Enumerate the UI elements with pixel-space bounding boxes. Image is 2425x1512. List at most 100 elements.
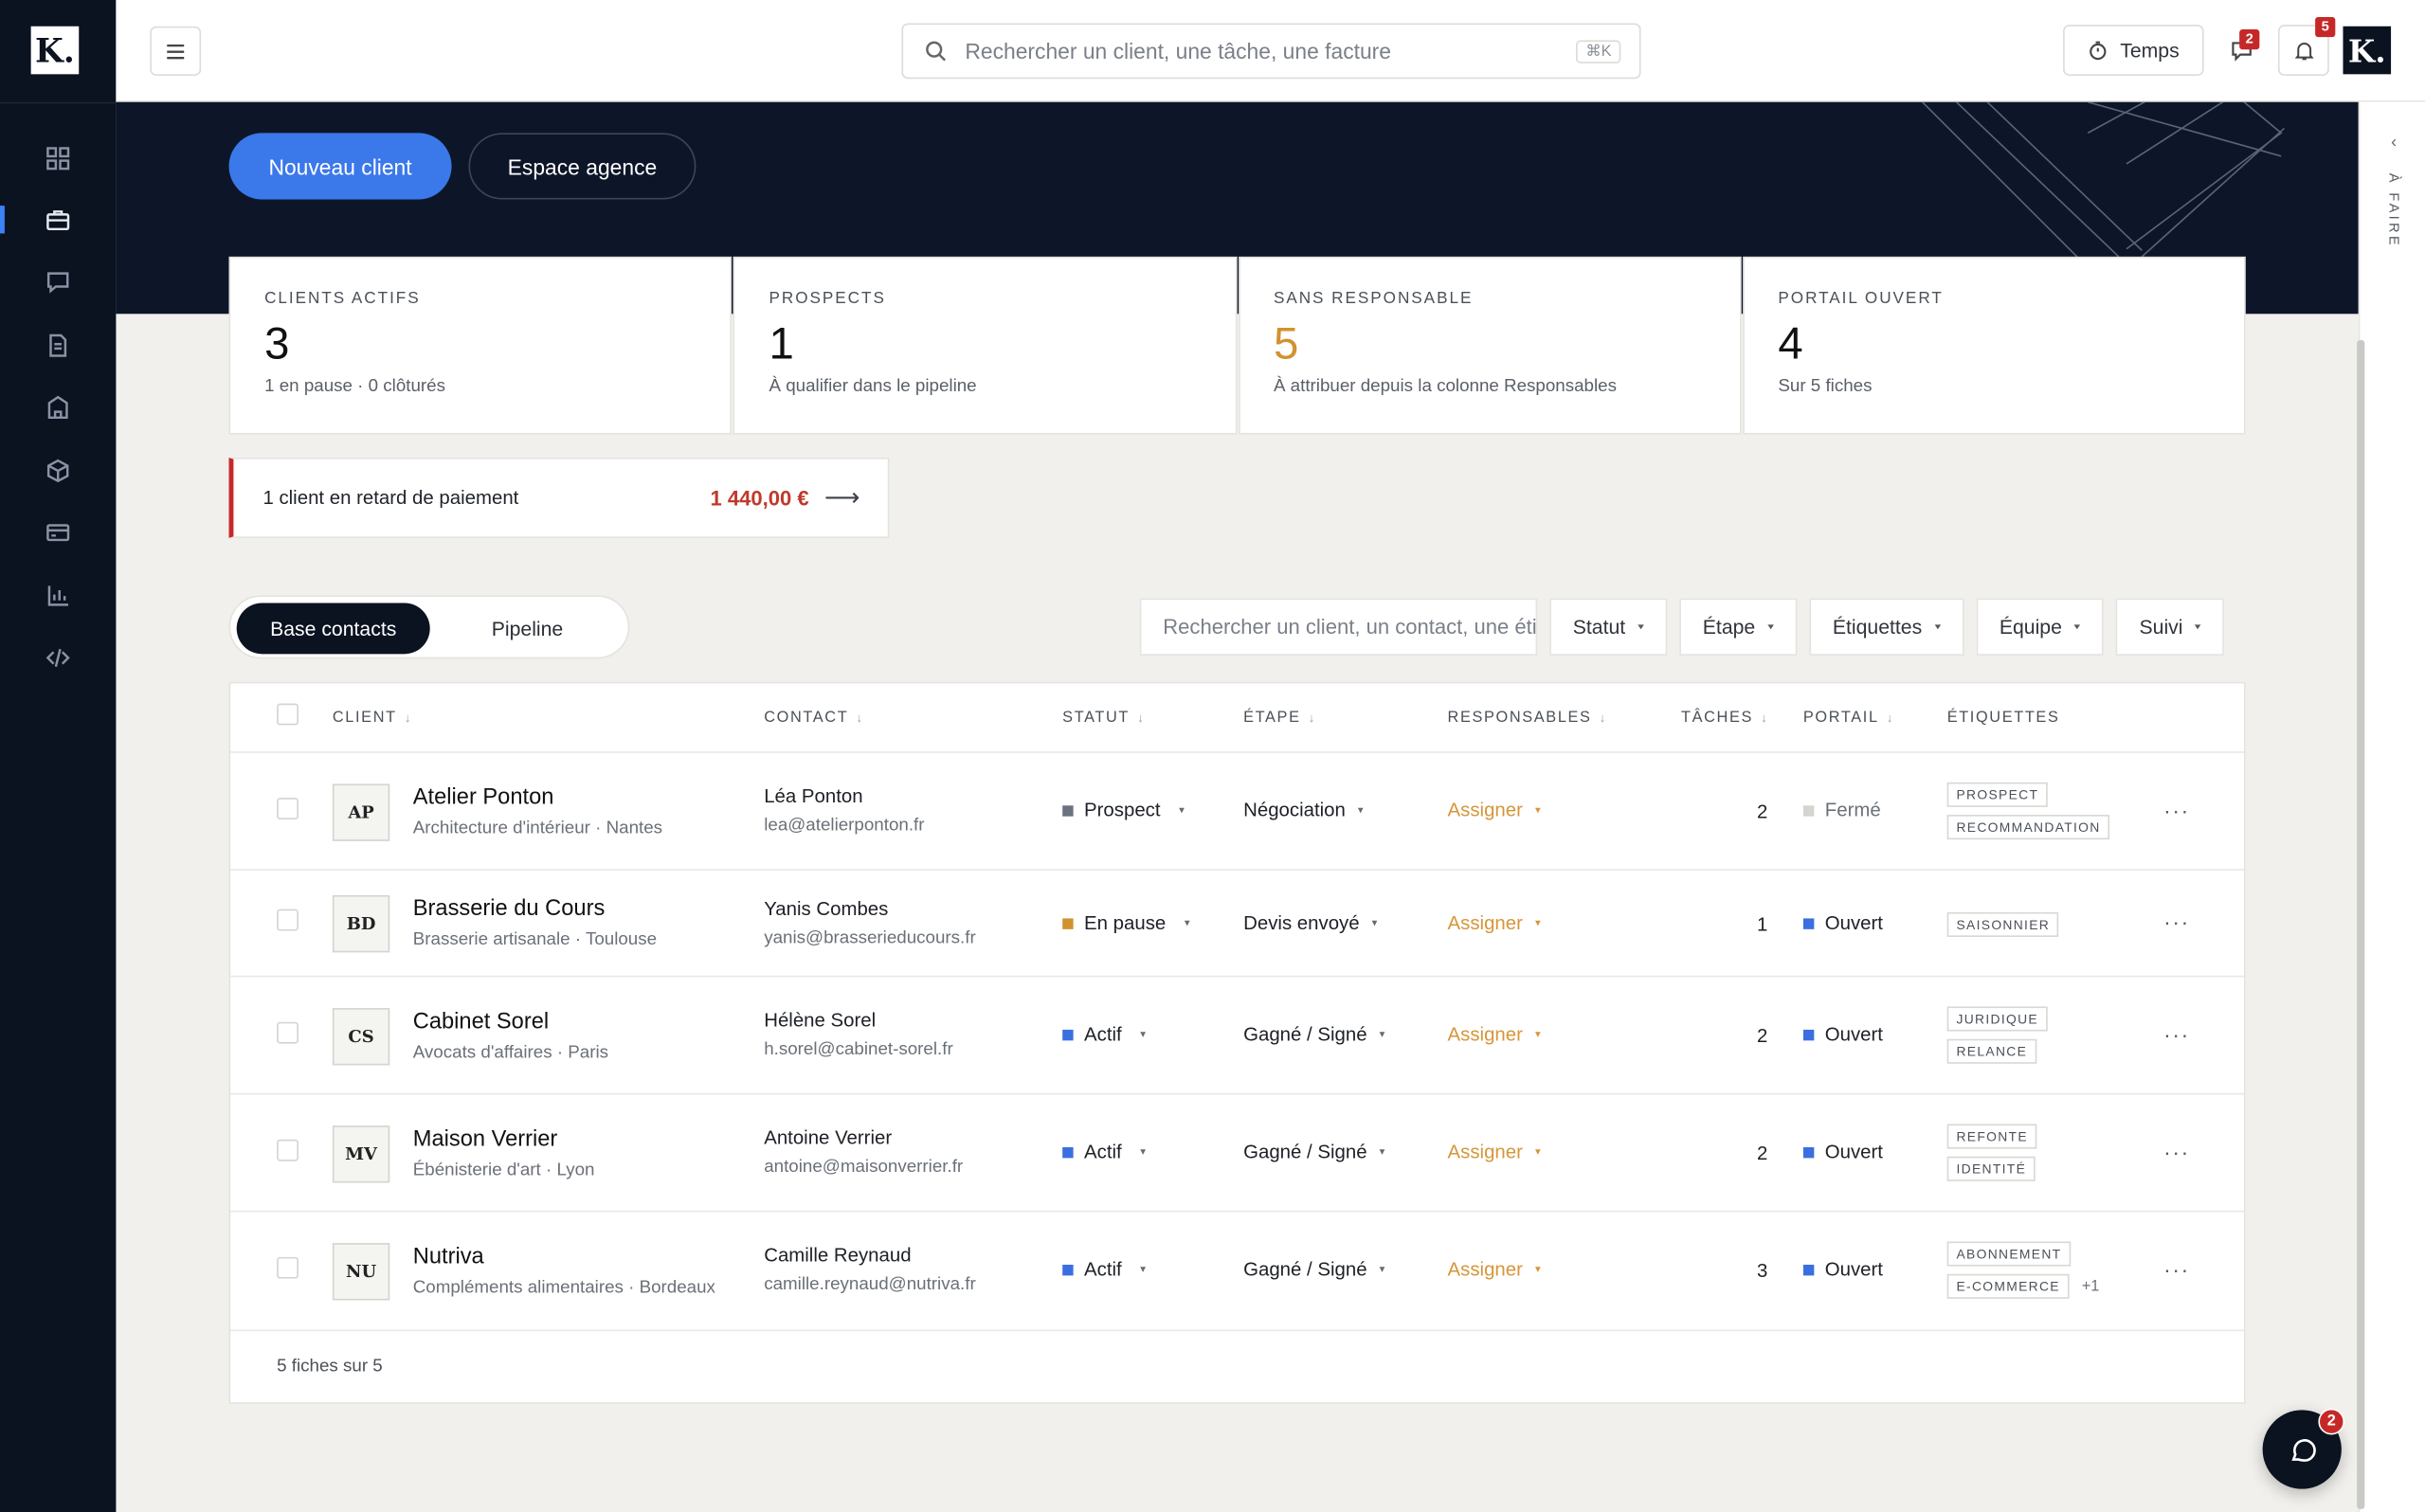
tag-chip[interactable]: PROSPECT — [1946, 782, 2049, 807]
statut-dropdown[interactable]: En pause ▾ — [1062, 912, 1190, 934]
client-name[interactable]: Nutriva — [413, 1245, 484, 1269]
stat-card-active-clients[interactable]: CLIENTS ACTIFS 3 1 en pause · 0 clôturés — [228, 256, 733, 435]
client-name[interactable]: Maison Verrier — [413, 1127, 558, 1152]
sidebar-item-documents[interactable] — [0, 318, 116, 370]
row-actions-icon[interactable]: ··· — [2163, 1140, 2190, 1164]
tag-chip[interactable]: RECOMMANDATION — [1946, 815, 2110, 840]
filter-etiquettes-button[interactable]: Étiquettes — [1809, 598, 1964, 656]
portal-status[interactable]: Fermé — [1802, 800, 1881, 821]
client-name[interactable]: Brasserie du Cours — [413, 897, 606, 922]
contact-email[interactable]: h.sorel@cabinet-sorel.fr — [764, 1040, 953, 1059]
etape-dropdown[interactable]: Devis envoyé ▾ — [1243, 912, 1377, 934]
row-checkbox[interactable] — [277, 1021, 299, 1044]
sidebar-item-dashboard[interactable] — [0, 132, 116, 184]
global-search-input[interactable]: Rechercher un client, une tâche, une fac… — [901, 23, 1641, 80]
column-header-etape[interactable]: ÉTAPE ↓ — [1243, 710, 1316, 727]
filter-equipe-button[interactable]: Équipe — [1976, 598, 2104, 656]
client-name[interactable]: Cabinet Sorel — [413, 1010, 549, 1035]
column-header-statut[interactable]: STATUT ↓ — [1062, 710, 1145, 727]
table-row[interactable]: NU Nutriva Compléments alimentaires · Bo… — [230, 1212, 2245, 1332]
statut-dropdown[interactable]: Actif ▾ — [1062, 1141, 1146, 1162]
column-header-contact[interactable]: CONTACT ↓ — [764, 710, 863, 727]
page-scrollbar[interactable] — [2357, 340, 2365, 1509]
tab-pipeline[interactable]: Pipeline — [433, 603, 622, 654]
column-header-portail[interactable]: PORTAIL ↓ — [1803, 710, 1894, 727]
tag-chip[interactable]: REFONTE — [1946, 1124, 2037, 1149]
table-row[interactable]: AP Atelier Ponton Architecture d'intérie… — [230, 753, 2245, 871]
more-tags-count[interactable]: +1 — [2082, 1278, 2100, 1295]
row-actions-icon[interactable]: ··· — [2163, 1022, 2190, 1047]
sidebar-item-clients[interactable] — [0, 193, 116, 245]
stat-card-portal-open[interactable]: PORTAIL OUVERT 4 Sur 5 fiches — [1742, 256, 2246, 435]
tag-chip[interactable]: RELANCE — [1946, 1038, 2036, 1064]
contact-email[interactable]: camille.reynaud@nutriva.fr — [764, 1275, 976, 1294]
statut-dropdown[interactable]: Actif ▾ — [1062, 1258, 1146, 1280]
brand-logo[interactable]: K. — [30, 26, 80, 75]
assign-dropdown[interactable]: Assigner ▾ — [1448, 800, 1541, 821]
agency-space-button[interactable]: Espace agence — [468, 133, 697, 200]
contact-email[interactable]: lea@atelierponton.fr — [764, 817, 924, 836]
user-avatar[interactable]: K. — [2343, 26, 2392, 75]
select-all-checkbox[interactable] — [277, 703, 299, 726]
row-checkbox[interactable] — [277, 1139, 299, 1161]
assign-dropdown[interactable]: Assigner ▾ — [1448, 912, 1541, 934]
client-monogram: AP — [332, 783, 390, 841]
todo-side-panel[interactable]: ‹ À FAIRE — [2358, 101, 2425, 1512]
table-search-input[interactable]: Rechercher un client, un contact, une ét… — [1139, 598, 1538, 656]
row-checkbox[interactable] — [277, 798, 299, 819]
chat-badge: 2 — [2318, 1408, 2345, 1435]
etape-dropdown[interactable]: Négociation ▾ — [1243, 800, 1364, 821]
messages-button[interactable]: 2 — [2217, 25, 2268, 76]
assign-dropdown[interactable]: Assigner ▾ — [1448, 1023, 1541, 1045]
overdue-payment-alert[interactable]: 1 client en retard de paiement 1 440,00 … — [228, 458, 890, 538]
row-checkbox[interactable] — [277, 1256, 299, 1279]
assign-dropdown[interactable]: Assigner ▾ — [1448, 1141, 1541, 1162]
tag-chip[interactable]: E-COMMERCE — [1946, 1273, 2070, 1299]
column-header-taches[interactable]: TÂCHES ↓ — [1681, 710, 1768, 727]
etape-dropdown[interactable]: Gagné / Signé ▾ — [1243, 1258, 1384, 1280]
notifications-button[interactable]: 5 — [2277, 16, 2336, 76]
task-count: 3 — [1757, 1260, 1768, 1282]
menu-toggle-button[interactable] — [150, 26, 202, 76]
etape-dropdown[interactable]: Gagné / Signé ▾ — [1243, 1023, 1384, 1045]
sidebar-item-reports[interactable] — [0, 569, 116, 621]
row-actions-icon[interactable]: ··· — [2163, 798, 2190, 822]
tag-chip[interactable]: JURIDIQUE — [1946, 1006, 2048, 1032]
tag-chip[interactable]: SAISONNIER — [1946, 911, 2059, 937]
time-tracking-button[interactable]: Temps — [2063, 25, 2204, 76]
sidebar-item-messages[interactable] — [0, 255, 116, 307]
row-checkbox[interactable] — [277, 909, 299, 931]
table-row[interactable]: MV Maison Verrier Ébénisterie d'art · Ly… — [230, 1094, 2245, 1213]
sidebar-item-billing[interactable] — [0, 506, 116, 558]
tag-chip[interactable]: ABONNEMENT — [1946, 1241, 2072, 1267]
sidebar-item-developer[interactable] — [0, 631, 116, 683]
column-header-responsables[interactable]: RESPONSABLES ↓ — [1448, 710, 1607, 727]
assign-dropdown[interactable]: Assigner ▾ — [1448, 1258, 1541, 1280]
filter-statut-button[interactable]: Statut — [1549, 598, 1668, 656]
statut-dropdown[interactable]: Actif ▾ — [1062, 1023, 1146, 1045]
statut-dropdown[interactable]: Prospect ▾ — [1062, 800, 1185, 821]
portal-status[interactable]: Ouvert — [1802, 1141, 1883, 1162]
table-row[interactable]: CS Cabinet Sorel Avocats d'affaires · Pa… — [230, 977, 2245, 1095]
etape-dropdown[interactable]: Gagné / Signé ▾ — [1243, 1141, 1384, 1162]
filter-suivi-button[interactable]: Suivi — [2116, 598, 2225, 656]
row-actions-icon[interactable]: ··· — [2163, 1257, 2190, 1282]
filter-etape-button[interactable]: Étape — [1679, 598, 1798, 656]
stat-card-unassigned[interactable]: SANS RESPONSABLE 5 À attribuer depuis la… — [1238, 256, 1742, 435]
portal-status[interactable]: Ouvert — [1802, 1258, 1883, 1280]
portal-status[interactable]: Ouvert — [1802, 912, 1883, 934]
row-actions-icon[interactable]: ··· — [2163, 909, 2190, 934]
portal-status[interactable]: Ouvert — [1802, 1023, 1883, 1045]
sidebar-item-products[interactable] — [0, 443, 116, 495]
client-name[interactable]: Atelier Ponton — [413, 785, 554, 810]
tab-base-contacts[interactable]: Base contacts — [236, 603, 430, 655]
contact-email[interactable]: antoine@maisonverrier.fr — [764, 1158, 963, 1177]
sidebar-item-agency[interactable] — [0, 380, 116, 432]
table-row[interactable]: BD Brasserie du Cours Brasserie artisana… — [230, 871, 2245, 978]
stat-card-prospects[interactable]: PROSPECTS 1 À qualifier dans le pipeline — [733, 256, 1237, 435]
tag-chip[interactable]: IDENTITÉ — [1946, 1156, 2036, 1181]
new-client-button[interactable]: Nouveau client — [228, 133, 452, 200]
contact-email[interactable]: yanis@brasserieducours.fr — [764, 929, 976, 948]
chevron-left-icon[interactable]: ‹ — [2391, 133, 2397, 152]
column-header-client[interactable]: CLIENT ↓ — [333, 710, 412, 727]
